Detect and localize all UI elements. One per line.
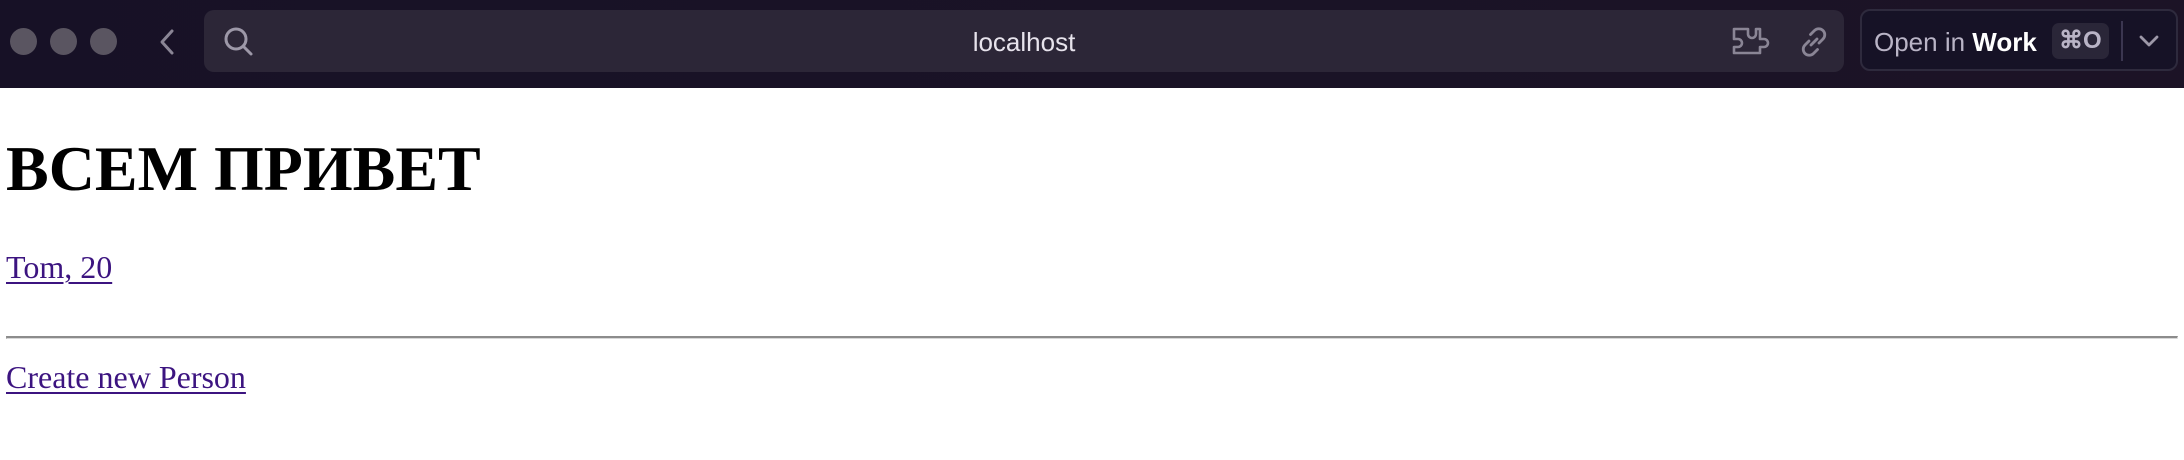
address-bar[interactable]: localhost [204,10,1844,72]
divider [2121,21,2123,61]
back-button[interactable] [150,24,184,60]
horizontal-rule [6,336,2178,339]
window-close-button[interactable] [10,28,37,55]
open-in-prefix: Open in [1874,27,1973,57]
chevron-down-icon[interactable] [2134,26,2164,56]
shortcut-badge: ⌘O [2052,23,2109,59]
create-person-link[interactable]: Create new Person [6,358,246,396]
person-link[interactable]: Tom, 20 [6,248,112,286]
page-title: ВСЕМ ПРИВЕТ [6,133,481,204]
address-bar-url[interactable]: localhost [204,27,1844,57]
extension-icon[interactable] [1730,24,1774,58]
page-content: ВСЕМ ПРИВЕТ Tom, 20 Create new Person [0,88,2184,460]
window-minimize-button[interactable] [50,28,77,55]
link-icon[interactable] [1796,24,1832,60]
open-in-target: Work [1972,27,2037,57]
window-zoom-button[interactable] [90,28,117,55]
chevron-left-icon [160,29,174,55]
open-in-label: Open in Work [1874,27,2037,57]
browser-toolbar: localhost Open in Work ⌘O [0,0,2184,88]
open-in-work-button[interactable]: Open in Work ⌘O [1860,9,2178,71]
